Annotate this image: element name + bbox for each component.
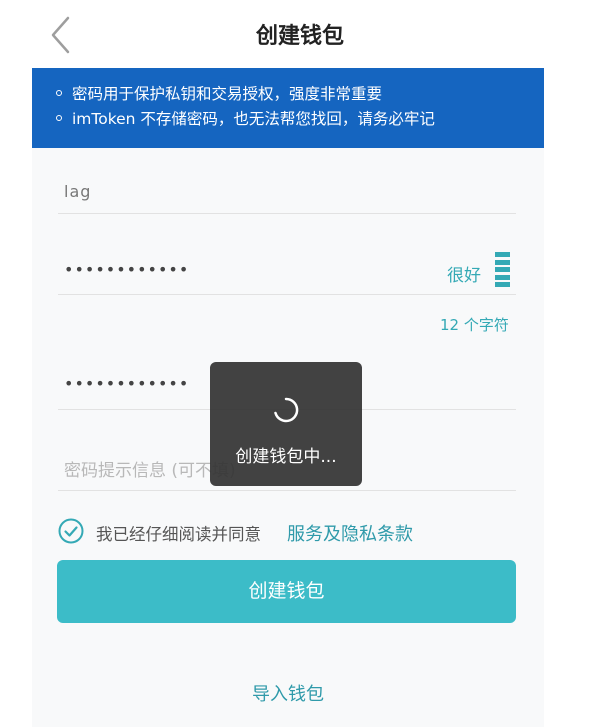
- password-notice: 密码用于保护私钥和交易授权，强度非常重要 imToken 不存储密码，也无法帮您…: [32, 68, 544, 148]
- notice-text: imToken 不存储密码，也无法帮您找回，请务必牢记: [72, 110, 435, 128]
- check-circle-icon: [58, 518, 84, 544]
- notice-line: imToken 不存储密码，也无法帮您找回，请务必牢记: [56, 107, 544, 132]
- header: 创建钱包: [0, 0, 600, 68]
- agreement-row: 我已经仔细阅读并同意 服务及隐私条款: [58, 518, 518, 546]
- loading-toast: 创建钱包中...: [210, 362, 362, 486]
- wallet-name-field[interactable]: lag: [58, 168, 516, 214]
- terms-link[interactable]: 服务及隐私条款: [287, 520, 413, 546]
- page-title: 创建钱包: [255, 24, 344, 49]
- agreement-checkbox[interactable]: [58, 518, 84, 544]
- toast-text: 创建钱包中...: [235, 447, 337, 467]
- notice-line: 密码用于保护私钥和交易授权，强度非常重要: [56, 82, 544, 107]
- password-value: ••••••••••••: [64, 260, 190, 279]
- agreement-text: 我已经仔细阅读并同意: [96, 525, 261, 544]
- bullet-icon: [56, 89, 62, 96]
- notice-text: 密码用于保护私钥和交易授权，强度非常重要: [72, 85, 383, 103]
- password-strength-label: 很好: [447, 266, 481, 286]
- confirm-password-value: ••••••••••••: [64, 374, 190, 393]
- bullet-icon: [56, 114, 62, 121]
- spinner-icon: [274, 397, 299, 423]
- create-wallet-button[interactable]: 创建钱包: [57, 560, 516, 623]
- char-count: 12 个字符: [440, 316, 509, 334]
- import-wallet-link[interactable]: 导入钱包: [0, 680, 576, 706]
- wallet-name-value: lag: [64, 182, 92, 201]
- strength-bars-icon: [495, 252, 511, 288]
